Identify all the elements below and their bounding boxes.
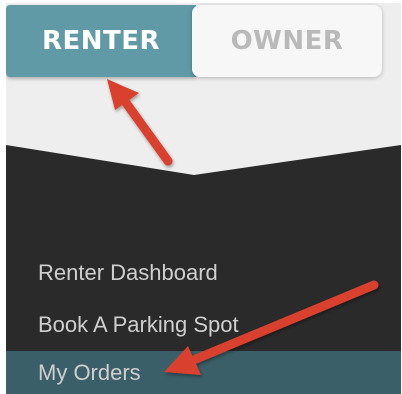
sidebar-item-renter-dashboard[interactable]: Renter Dashboard	[6, 251, 401, 295]
sidebar-item-book-parking-spot[interactable]: Book A Parking Spot	[6, 303, 401, 347]
screenshot-frame: RENTER OWNER Renter Dashboard Book A Par…	[6, 3, 401, 394]
role-toggle: RENTER OWNER	[6, 5, 382, 77]
renter-label: RENTER	[41, 26, 161, 56]
renter-toggle-button[interactable]: RENTER	[6, 5, 196, 77]
sidebar-item-label: My Orders	[38, 360, 141, 385]
owner-label: OWNER	[230, 26, 344, 56]
owner-toggle-button[interactable]: OWNER	[192, 5, 382, 77]
sidebar-item-label: Book A Parking Spot	[38, 312, 239, 337]
sidebar-item-my-orders[interactable]: My Orders	[6, 351, 401, 394]
sidebar-item-label: Renter Dashboard	[38, 260, 218, 285]
